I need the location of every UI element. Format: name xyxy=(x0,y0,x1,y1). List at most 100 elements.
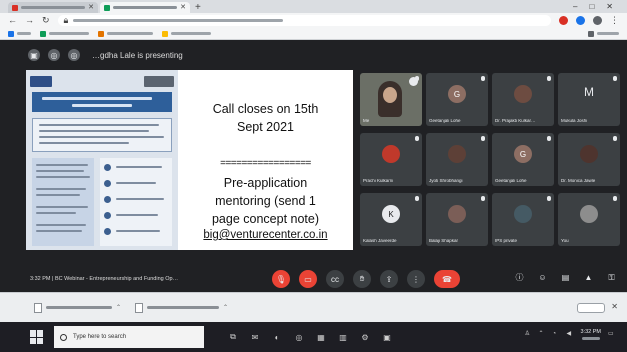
mic-muted-icon xyxy=(547,76,551,81)
taskbar-clock[interactable]: 3:32 PM xyxy=(581,329,601,340)
info-icon[interactable]: ⓘ xyxy=(514,272,525,283)
participant-name: Geetanjali Lohe xyxy=(495,178,527,183)
mic-muted-icon xyxy=(613,76,617,81)
bookmark-apps[interactable] xyxy=(8,30,31,37)
contact-email[interactable]: big@venturecenter.co.in xyxy=(178,228,353,242)
host-controls-icon[interactable]: ⚿ xyxy=(606,272,617,283)
slide-text-unreadable xyxy=(36,188,86,190)
avatar: G xyxy=(448,85,466,103)
microphone-icon[interactable]: 🎙︎ xyxy=(272,270,290,288)
close-tab-icon[interactable]: ✕ xyxy=(180,4,186,11)
chevron-up-icon[interactable]: ⌃ xyxy=(223,304,228,311)
forward-icon[interactable]: → xyxy=(25,16,34,25)
people-icon[interactable]: ☺ xyxy=(537,272,548,283)
file-icon xyxy=(34,302,42,313)
participant-tile[interactable]: G Geetanjali Lohe xyxy=(426,73,488,126)
slide-text-unreadable xyxy=(36,164,88,166)
mic-muted-icon xyxy=(547,136,551,141)
activities-icon[interactable]: ▲ xyxy=(583,272,594,283)
leave-call-icon[interactable]: ☎︎ xyxy=(434,270,460,288)
participant-name: Dr. Prajakti Kulkar… xyxy=(495,118,536,123)
mic-muted-icon xyxy=(613,196,617,201)
people-icon[interactable]: ♙ xyxy=(525,331,532,338)
captions-icon[interactable]: cc xyxy=(326,270,344,288)
chrome-icon[interactable]: ◎ xyxy=(294,332,304,342)
browser-menu-icon[interactable]: ⋮ xyxy=(610,16,619,25)
participant-name: You xyxy=(561,238,569,243)
start-icon[interactable] xyxy=(30,330,44,344)
meeting-info: 3:32 PM | BC Webinar - Entrepreneurship … xyxy=(30,276,179,282)
bookmark-icon xyxy=(162,30,168,37)
participant-name: Geetanjali Lohe xyxy=(429,118,461,123)
close-shelf-icon[interactable]: ✕ xyxy=(611,302,618,311)
new-tab-icon[interactable]: + xyxy=(195,2,201,13)
participant-tile[interactable]: You xyxy=(558,193,620,246)
taskbar-search[interactable]: Type here to search xyxy=(54,326,204,348)
slide-logo xyxy=(30,75,52,87)
notifications-icon[interactable]: ▭ xyxy=(608,331,615,338)
url-unreadable xyxy=(73,19,284,22)
chat-icon[interactable]: ▤ xyxy=(560,272,571,283)
raise-hand-icon[interactable]: ✋︎ xyxy=(353,270,371,288)
slide-text-unreadable xyxy=(36,224,86,226)
maximize-icon[interactable]: □ xyxy=(589,1,594,13)
store-icon[interactable]: ▥ xyxy=(338,332,348,342)
slide-text-unreadable xyxy=(116,198,164,200)
reading-list[interactable] xyxy=(588,30,619,37)
minimize-icon[interactable]: – xyxy=(573,1,577,13)
participant-tile[interactable]: Dr. Monica Jawle xyxy=(558,133,620,186)
mentor-line-1: Pre-application xyxy=(223,176,308,190)
avatar xyxy=(580,145,598,163)
participant-tile[interactable]: Balaji Shapkar xyxy=(426,193,488,246)
edge-icon[interactable]: ◐ xyxy=(272,332,282,342)
volume-icon[interactable]: ◀ xyxy=(567,331,574,338)
participant-tile[interactable]: Me xyxy=(360,73,422,126)
pin-icon[interactable]: ◎ xyxy=(68,49,80,61)
extension-icon[interactable] xyxy=(576,16,585,25)
avatar: K xyxy=(382,205,400,223)
close-window-icon[interactable]: ✕ xyxy=(606,1,613,13)
bookmark-icon xyxy=(40,30,46,37)
reload-icon[interactable]: ↻ xyxy=(42,16,50,25)
system-tray: ♙ ⌃ ◔ ◀ 3:32 PM ▭ xyxy=(525,329,615,340)
present-icon[interactable]: ▣ xyxy=(28,49,40,61)
slide-right-column xyxy=(100,158,172,246)
participant-tile[interactable]: Prachi Kulkarni xyxy=(360,133,422,186)
present-icon[interactable]: ⇪ xyxy=(380,270,398,288)
bookmark-item[interactable] xyxy=(40,30,89,37)
explorer-icon[interactable]: ▦ xyxy=(316,332,326,342)
mic-muted-icon xyxy=(481,196,485,201)
back-icon[interactable]: ← xyxy=(8,16,17,25)
participant-tile[interactable]: Dr. Prajakti Kulkar… xyxy=(492,73,554,126)
app-icon[interactable]: ▣ xyxy=(382,332,392,342)
bookmark-item[interactable] xyxy=(98,30,153,37)
participant-grid: Me G Geetanjali Lohe Dr. Prajakti Kulkar… M M… xyxy=(360,73,622,251)
participant-tile[interactable]: IPS private xyxy=(492,193,554,246)
more-icon[interactable]: ⋮ xyxy=(407,270,425,288)
show-all-button[interactable] xyxy=(577,303,605,313)
profile-avatar[interactable] xyxy=(593,16,602,25)
participant-tile[interactable]: M Mukula Joshi xyxy=(558,73,620,126)
download-item[interactable]: ⌃ xyxy=(34,302,121,313)
participant-tile[interactable]: G Geetanjali Lohe xyxy=(492,133,554,186)
network-icon[interactable]: ◔ xyxy=(553,331,560,338)
browser-tab-1[interactable]: ✕ xyxy=(8,2,98,13)
settings-icon[interactable]: ⚙ xyxy=(360,332,370,342)
chevron-up-icon[interactable]: ⌃ xyxy=(539,331,546,338)
participant-tile[interactable]: K Kalash Javeerde xyxy=(360,193,422,246)
download-item[interactable]: ⌃ xyxy=(135,302,228,313)
browser-tab-meet[interactable]: ✕ xyxy=(100,2,190,13)
close-tab-icon[interactable]: ✕ xyxy=(88,4,94,11)
mail-icon[interactable]: ✉ xyxy=(250,332,260,342)
chevron-up-icon[interactable]: ⌃ xyxy=(116,304,121,311)
slide-text-unreadable xyxy=(36,230,82,232)
slide-divider: ================= xyxy=(220,158,311,169)
task-view-icon[interactable]: ⧉ xyxy=(228,332,238,342)
layout-icon[interactable]: ◎ xyxy=(48,49,60,61)
file-icon xyxy=(135,302,144,313)
address-bar[interactable]: 🔒︎ xyxy=(57,15,551,26)
participant-tile[interactable]: Jyoti Shrobhangi xyxy=(426,133,488,186)
bookmark-item[interactable] xyxy=(162,30,211,37)
extension-icon[interactable] xyxy=(559,16,568,25)
camera-icon[interactable]: ▭ xyxy=(299,270,317,288)
